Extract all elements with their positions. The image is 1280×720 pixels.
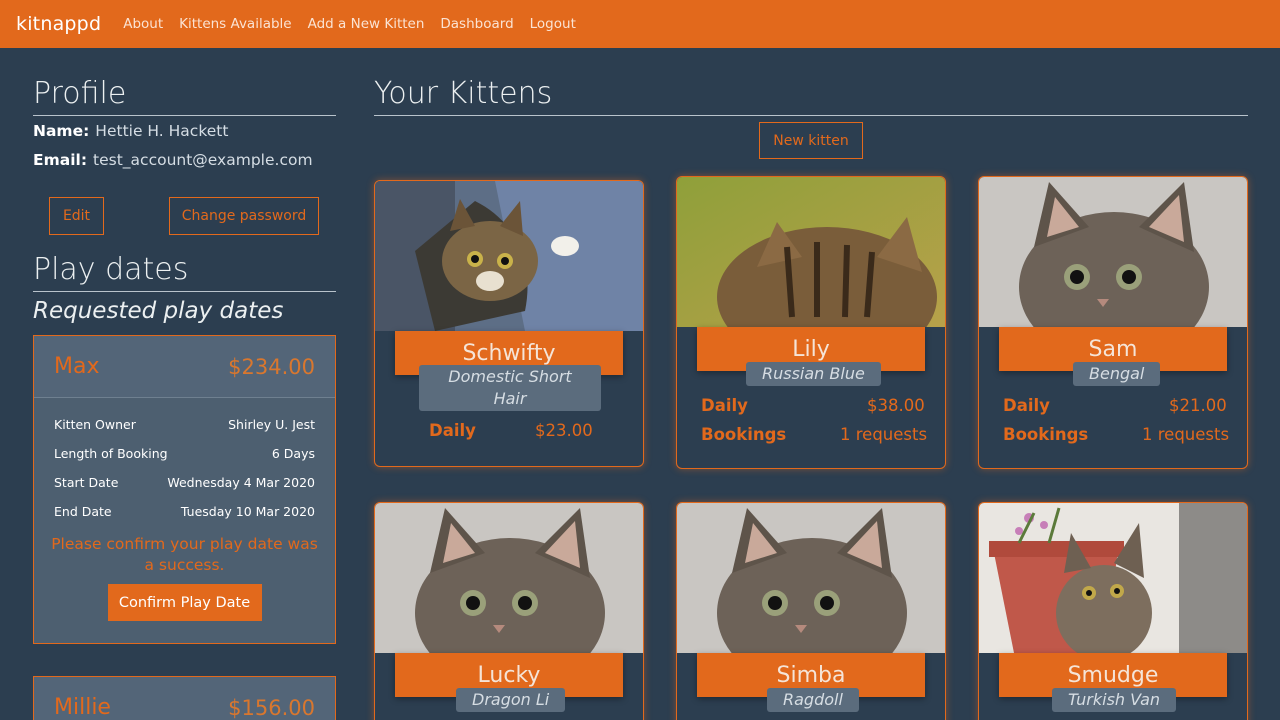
kitten-card[interactable]: Smudge Turkish Van	[978, 502, 1248, 720]
new-kitten-button[interactable]: New kitten	[759, 122, 863, 159]
detail-label: Length of Booking	[54, 446, 168, 461]
playdates-heading: Play dates	[33, 252, 336, 292]
playdate-card-header: Millie $156.00	[34, 677, 335, 720]
kitten-image	[979, 503, 1247, 653]
profile-name-label: Name:	[33, 122, 90, 140]
kitten-image	[375, 503, 643, 653]
confirm-playdate-button[interactable]: Confirm Play Date	[107, 584, 262, 621]
kitten-photo	[375, 181, 643, 331]
detail-label: End Date	[54, 504, 112, 519]
kitten-photo	[979, 503, 1247, 653]
daily-label: Daily	[1003, 396, 1050, 415]
kitten-card[interactable]: Schwifty Domestic Short Hair Daily $23.0…	[374, 180, 644, 467]
profile-email-row: Email: test_account@example.com	[33, 151, 313, 169]
bookings-label: Bookings	[1003, 425, 1089, 444]
requested-playdates-heading: Requested play dates	[33, 298, 284, 324]
nav-link-add-kitten[interactable]: Add a New Kitten	[308, 16, 425, 32]
detail-label: Start Date	[54, 475, 119, 490]
kitten-breed-badge: Dragon Li	[456, 688, 566, 712]
profile-heading: Profile	[33, 76, 336, 116]
kitten-breed-badge: Ragdoll	[767, 688, 859, 712]
daily-rate: $38.00	[867, 396, 925, 415]
playdate-detail-row: Length of Booking 6 Days	[34, 439, 335, 468]
kitten-breed-badge: Bengal	[1073, 362, 1161, 386]
playdate-card: Millie $156.00	[33, 676, 336, 720]
profile-name-row: Name: Hettie H. Hackett	[33, 122, 228, 140]
kitten-photo	[677, 503, 945, 653]
profile-email-label: Email:	[33, 151, 88, 169]
daily-rate: $23.00	[535, 421, 593, 440]
your-kittens-heading: Your Kittens	[374, 76, 1248, 116]
nav-link-dashboard[interactable]: Dashboard	[440, 16, 513, 32]
kitten-card[interactable]: Simba Ragdoll	[676, 502, 946, 720]
kitten-card[interactable]: Sam Bengal Daily $21.00 Bookings 1 reque…	[978, 176, 1248, 469]
playdate-kitten-name: Max	[54, 354, 100, 379]
kitten-breed-badge: Russian Blue	[746, 362, 881, 386]
detail-value: Tuesday 10 Mar 2020	[180, 504, 315, 519]
kitten-breed-badge: Domestic Short Hair	[419, 365, 601, 411]
bookings-count: 1 requests	[1142, 425, 1230, 444]
kitten-image	[677, 177, 945, 327]
bookings-label: Bookings	[701, 425, 787, 444]
edit-profile-button[interactable]: Edit	[49, 197, 104, 235]
playdate-detail-row: Start Date Wednesday 4 Mar 2020	[34, 468, 335, 497]
kitten-card[interactable]: Lucky Dragon Li	[374, 502, 644, 720]
playdate-detail-row: End Date Tuesday 10 Mar 2020	[34, 497, 335, 526]
nav-link-logout[interactable]: Logout	[530, 16, 576, 32]
kitten-image	[677, 503, 945, 653]
bookings-count: 1 requests	[840, 425, 928, 444]
playdate-kitten-name: Millie	[54, 695, 111, 720]
nav-link-about[interactable]: About	[123, 16, 163, 32]
detail-value: Wednesday 4 Mar 2020	[167, 475, 315, 490]
profile-name-value: Hettie H. Hackett	[95, 122, 229, 140]
kitten-photo	[677, 177, 945, 327]
change-password-button[interactable]: Change password	[169, 197, 319, 235]
profile-email-value: test_account@example.com	[93, 151, 313, 169]
playdate-price: $156.00	[228, 695, 315, 720]
brand-logo[interactable]: kitnappd	[16, 13, 101, 35]
playdate-price: $234.00	[228, 354, 315, 379]
kitten-card[interactable]: Lily Russian Blue Daily $38.00 Bookings …	[676, 176, 946, 469]
daily-rate: $21.00	[1169, 396, 1227, 415]
confirm-message: Please confirm your play date was a succ…	[51, 535, 318, 574]
kitten-image	[979, 177, 1247, 327]
top-navbar: kitnappd About Kittens Available Add a N…	[0, 0, 1280, 48]
detail-value: 6 Days	[271, 446, 315, 461]
kitten-image	[375, 181, 643, 331]
nav-link-kittens-available[interactable]: Kittens Available	[179, 16, 291, 32]
daily-label: Daily	[701, 396, 748, 415]
daily-label: Daily	[429, 421, 476, 440]
detail-value: Shirley U. Jest	[228, 417, 315, 432]
playdate-card-header: Max $234.00	[34, 336, 335, 398]
detail-label: Kitten Owner	[54, 417, 136, 432]
playdate-detail-row: Kitten Owner Shirley U. Jest	[34, 410, 335, 439]
kitten-breed-badge: Turkish Van	[1052, 688, 1177, 712]
playdate-card: Max $234.00 Kitten Owner Shirley U. Jest…	[33, 335, 336, 644]
kitten-photo	[375, 503, 643, 653]
kitten-photo	[979, 177, 1247, 327]
